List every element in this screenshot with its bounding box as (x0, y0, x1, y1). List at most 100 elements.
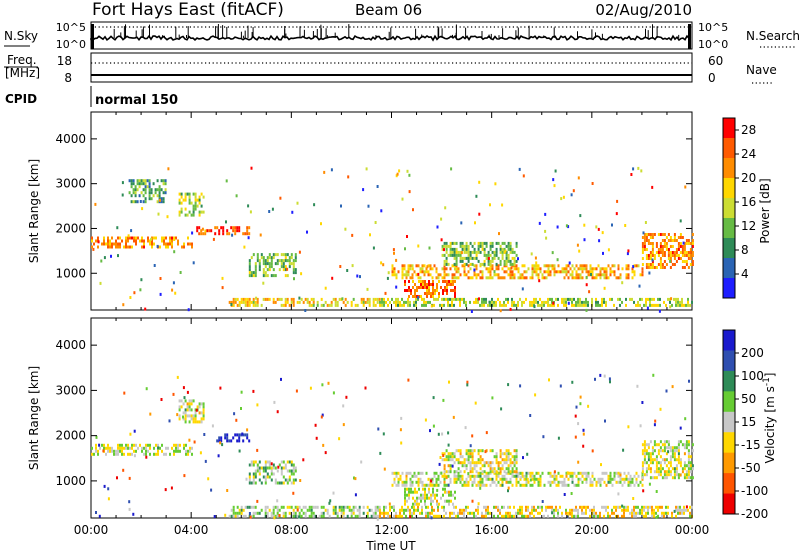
echo-cell (515, 458, 518, 462)
echo-cell (505, 259, 508, 263)
echo-cell (115, 452, 117, 456)
echo-cell (241, 432, 244, 436)
echo-cell (647, 452, 650, 456)
echo-cell (93, 242, 95, 246)
echo-cell (643, 443, 646, 447)
echo-cell (447, 253, 450, 257)
echo-cell (294, 268, 297, 272)
echo-cell (582, 432, 585, 436)
echo-cell (465, 467, 468, 471)
echo-cell (519, 483, 522, 487)
echo-cell (148, 185, 151, 189)
echo-cell (276, 410, 279, 414)
echo-cell (599, 480, 602, 484)
echo-cell (503, 458, 506, 462)
echo-cell (159, 446, 161, 450)
echo-cell (525, 471, 528, 475)
colorbar-swatch (723, 350, 735, 372)
echo-cell (391, 273, 394, 277)
colorbar-tick-label: 8 (741, 243, 749, 257)
echo-cell (401, 303, 403, 307)
echo-cell (370, 508, 373, 512)
echo-cell (691, 233, 694, 236)
echo-cell (238, 433, 241, 437)
echo-cell (659, 449, 662, 453)
echo-cell (278, 481, 281, 485)
echo-cell (572, 189, 575, 193)
echo-cell (397, 303, 399, 307)
echo-cell (270, 466, 273, 470)
echo-cell (254, 460, 257, 464)
echo-cell (501, 203, 504, 207)
echo-cell (675, 239, 678, 242)
echo-cell (410, 289, 412, 292)
echo-cell (145, 449, 147, 453)
echo-cell (665, 303, 667, 307)
echo-cell (248, 300, 251, 304)
echo-cell (607, 511, 609, 515)
echo-cell (594, 377, 596, 381)
echo-cell (531, 505, 533, 509)
echo-cell (454, 280, 456, 283)
echo-cell (601, 303, 603, 307)
echo-cell (443, 273, 446, 277)
echo-cell (424, 418, 427, 422)
echo-cell (683, 508, 685, 512)
echo-cell (461, 241, 464, 245)
echo-cell (465, 256, 468, 260)
echo-cell (198, 232, 201, 236)
echo-cell (444, 499, 446, 503)
echo-cell (445, 476, 448, 480)
echo-cell (191, 242, 193, 246)
echo-cell (537, 471, 540, 475)
echo-cell (320, 514, 323, 518)
echo-cell (435, 477, 438, 481)
echo-cell (663, 245, 666, 248)
echo-cell (128, 507, 131, 511)
echo-cell (515, 511, 517, 515)
echo-cell (511, 483, 514, 487)
echo-cell (366, 511, 369, 515)
echo-cell (467, 253, 470, 257)
echo-cell (455, 480, 458, 484)
freq-label-line2: [MHz] (5, 66, 40, 80)
echo-cell (581, 505, 583, 509)
echo-cell (367, 204, 370, 208)
echo-cell (328, 303, 331, 307)
echo-cell (240, 508, 243, 512)
echo-cell (405, 474, 408, 478)
echo-cell (254, 300, 257, 304)
echo-cell (563, 480, 566, 484)
echo-cell (595, 480, 598, 484)
echo-cell (401, 273, 404, 277)
echo-cell (645, 297, 647, 301)
echo-cell (441, 267, 444, 271)
echo-cell (621, 477, 624, 481)
echo-cell (627, 267, 630, 271)
echo-cell (642, 489, 645, 493)
echo-cell (278, 268, 281, 272)
echo-cell (122, 303, 125, 307)
echo-cell (647, 297, 649, 301)
echo-cell (233, 412, 236, 416)
echo-cell (153, 264, 156, 267)
echo-cell (202, 411, 205, 415)
echo-cell (509, 480, 512, 484)
echo-cell (173, 250, 176, 254)
echo-cell (326, 511, 329, 515)
echo-cell (450, 499, 452, 503)
echo-cell (646, 306, 649, 310)
echo-cell (489, 253, 492, 257)
echo-cell (653, 423, 656, 427)
echo-cell (407, 505, 409, 509)
echo-cell (459, 470, 462, 474)
echo-cell (491, 461, 494, 465)
echo-cell (236, 229, 239, 233)
echo-cell (489, 470, 492, 474)
echo-cell (575, 505, 577, 509)
echo-cell (142, 200, 145, 204)
echo-cell (332, 391, 335, 395)
echo-cell (423, 264, 426, 268)
echo-cell (191, 452, 193, 456)
echo-cell (615, 212, 618, 216)
